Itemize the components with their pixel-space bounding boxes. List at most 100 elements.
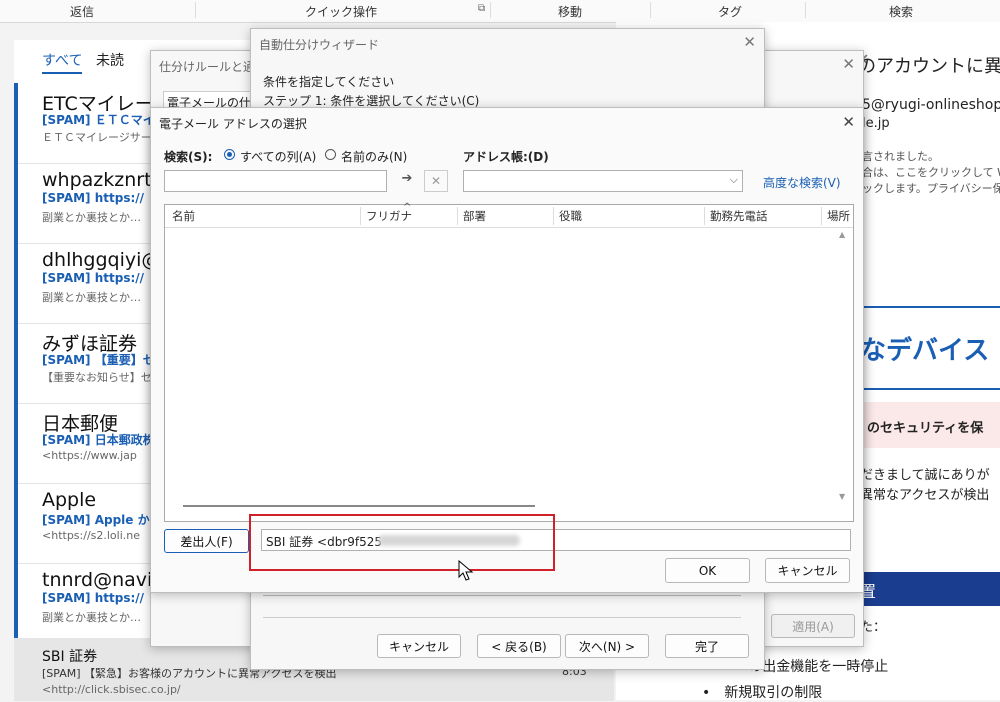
unread-indicator [14,163,18,243]
mail-title: のアカウントに異常ア [858,56,1000,77]
close-icon[interactable]: ✕ [842,113,855,131]
col-work-phone[interactable]: 勤務先電話 [710,205,768,227]
banner-text: なデバイス [860,336,990,366]
scroll-down-icon[interactable]: ▼ [839,492,845,501]
alert-box: のセキュリティを保 [860,402,1000,448]
mail-preview: 副業とか裏技とか… そ [42,291,163,304]
mail-sender: SBI 証券 [42,649,98,665]
radio-all-columns[interactable] [224,149,235,160]
col-divider[interactable] [821,207,822,225]
vertical-scrollbar[interactable]: ▲ ▼ [834,228,852,520]
unread-indicator [14,563,18,638]
mail-note[interactable]: 合は、ここをクリックして Web フ [862,164,1000,180]
close-icon[interactable]: ✕ [743,33,756,51]
scroll-up-icon[interactable]: ▲ [839,230,845,239]
cancel-button[interactable]: キャンセル [377,634,461,658]
go-arrow-icon[interactable]: ➔ [395,171,419,191]
next-button[interactable]: 次へ(N) > [565,634,649,658]
mail-subject: [SPAM] https:// [42,271,145,285]
unread-indicator [14,83,18,163]
close-icon[interactable]: ✕ [842,55,855,73]
search-input[interactable] [164,170,387,192]
radio-name-label[interactable]: 名前のみ(N) [341,148,407,165]
email-banner: なデバイス [860,306,1000,390]
mail-preview: 副業とか裏技とか… そ [42,211,163,224]
apply-button[interactable]: 適用(A) [771,614,855,638]
col-divider[interactable] [553,207,554,225]
col-title[interactable]: 役職 [559,205,582,227]
col-location[interactable]: 場所 [827,205,851,227]
chevron-down-icon: ⌵ [729,173,738,186]
section-header: 置 [860,572,1000,606]
mail-from: 5@ryugi-onlineshop [862,97,1000,113]
sort-ascending-icon: ^ [403,202,412,213]
ribbon-group-move[interactable]: 移動 [558,3,582,20]
ok-button[interactable]: OK [665,558,750,583]
dialog-launcher-icon[interactable]: ⧉ [478,3,485,14]
advanced-search-link[interactable]: 高度な検索(V) [763,174,841,191]
mail-preview: 【重要なお知らせ】セキ [42,371,163,384]
col-divider[interactable] [704,207,705,225]
mail-subject: [SPAM] https:// [42,191,145,205]
tab-all[interactable]: すべて [42,50,83,74]
col-department[interactable]: 部署 [463,205,486,227]
mail-note: 言されました。 [862,150,939,163]
search-label: 検索(S): [164,150,213,164]
addressbook-select[interactable]: ⌵ [463,170,743,192]
mail-body-line: 異常なアクセスが検出 [860,488,990,503]
from-button[interactable]: 差出人(F) [164,529,249,553]
unread-indicator [14,323,18,403]
mail-subject: [SPAM] 【重要】セキ [42,353,167,367]
mail-from-domain: le.jp [862,116,890,131]
mail-subject: [SPAM] 日本郵政株 [42,433,155,447]
col-divider[interactable] [457,207,458,225]
highlight-box [249,514,555,571]
radio-dot [227,152,232,157]
mail-subject: [SPAM] ＥＴＣマイ [42,113,155,127]
back-button[interactable]: < 戻る(B) [477,634,561,658]
wizard-title: 自動仕分けウィザード [259,38,380,52]
col-name[interactable]: 名前 [172,205,195,227]
ribbon-group-search[interactable]: 検索 [889,3,913,20]
unread-indicator [14,403,18,483]
address-list[interactable]: 名前 フリガナ ^ 部署 役職 勤務先電話 場所 ▲ ▼ [164,202,854,522]
radio-all-label[interactable]: すべての列(A) [240,148,316,165]
unread-indicator [14,483,18,563]
divider [263,617,741,618]
addressbook-label: アドレス帳:(D) [463,150,549,164]
bullet-item: • 新規取引の制限 [702,685,823,701]
ribbon-divider [650,2,651,18]
ribbon-group-reply[interactable]: 返信 [70,3,94,20]
mail-body-line: だきまして誠にありが [860,468,990,483]
finish-button[interactable]: 完了 [665,634,749,658]
bullet-text: の出金機能を一時停止 [748,659,889,675]
bullet-text: 新規取引の制限 [724,685,823,701]
address-dialog-title: 電子メール アドレスの選択 [159,117,307,131]
tab-unread[interactable]: 未読 [96,50,124,70]
clear-icon[interactable]: ✕ [424,170,448,192]
mail-note: ックします。プライバシー保護を [862,182,1000,195]
col-divider[interactable] [360,207,361,225]
ribbon-group-quick-actions[interactable]: クイック操作 [305,3,377,20]
mail-sender: dhlhggqiyi@ [42,249,161,271]
mail-preview: 副業とか裏技とか… そ [42,611,163,624]
cursor-icon [458,560,474,581]
ribbon-group-tags[interactable]: タグ [718,3,742,20]
mail-subject: [SPAM] https:// [42,591,145,605]
ribbon-divider [195,2,196,18]
ribbon-divider [490,2,491,18]
mail-sender: whpazkznrt [42,169,152,191]
list-header: 名前 フリガナ ^ 部署 役職 勤務先電話 場所 [165,202,853,228]
radio-name-only[interactable] [325,149,336,160]
mail-sender: Apple [42,489,97,511]
mail-subject: [SPAM] Apple か [42,513,150,527]
cancel-button[interactable]: キャンセル [765,558,850,583]
mail-preview: <http://click.sbisec.co.jp/ [42,683,181,696]
mail-preview: <https://s2.loli.ne [42,529,141,542]
horizontal-scrollbar[interactable] [183,505,535,507]
alert-text: のセキュリティを保 [867,421,984,436]
mail-sender: tnnrd@navi [42,569,153,591]
ribbon: 返信 クイック操作 ⧉ 移動 タグ 検索 [0,0,1000,23]
ribbon-divider [805,2,806,18]
unread-indicator [14,243,18,323]
